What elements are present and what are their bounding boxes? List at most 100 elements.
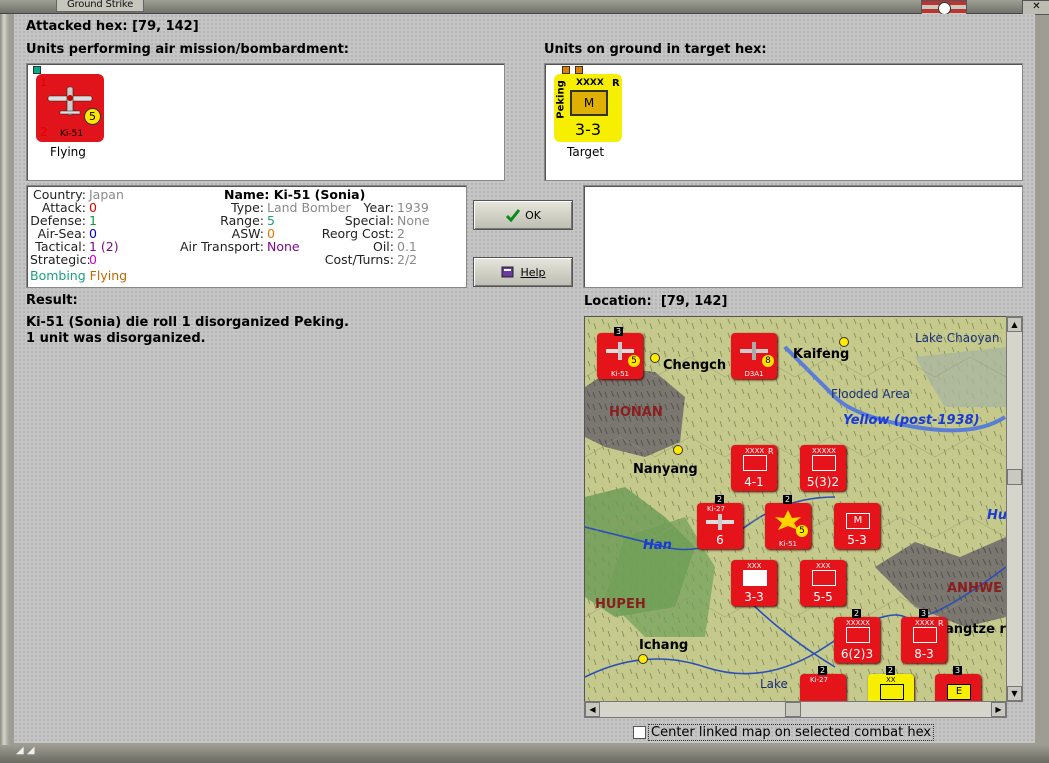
scroll-thumb[interactable]	[1007, 469, 1022, 485]
map-label-nanyang: Nanyang	[633, 462, 698, 477]
map-unit-chinese[interactable]: 2 XX	[868, 666, 914, 701]
stack-count: 2	[852, 609, 862, 618]
unit-name: Ki-51	[779, 540, 797, 548]
unit-r: R	[938, 619, 944, 628]
bottom-strip	[0, 745, 1049, 763]
info-row: Strategic:0	[30, 253, 124, 266]
defender-status: Target	[567, 145, 605, 159]
map-unit-ki27[interactable]: 2 Ki-27 6	[697, 495, 743, 549]
map-unit-ki51-strike[interactable]: 2 5 Ki-51	[765, 495, 811, 549]
close-icon[interactable]: ✕	[1022, 0, 1049, 15]
unit-symbol-icon	[812, 455, 836, 471]
scroll-left-icon[interactable]: ◀	[585, 702, 600, 717]
unit-badge: 5	[628, 355, 640, 367]
scroll-down-icon[interactable]: ▼	[1007, 686, 1022, 701]
stack-count: 2	[818, 666, 828, 675]
unit-size: XXXX	[745, 447, 765, 455]
result-line-2: 1 unit was disorganized.	[26, 331, 206, 346]
unit-symbol-icon	[913, 627, 937, 643]
map-unit-army-5-3-2[interactable]: XXXXX 5(3)2	[800, 445, 846, 491]
map-horizontal-scrollbar[interactable]: ◀ ▶	[584, 701, 1007, 718]
map-label-yangtze: angtze r	[945, 622, 1006, 637]
unit-size: XXXXX	[812, 447, 836, 455]
unit-value: 6	[716, 533, 724, 547]
map-vertical-scrollbar[interactable]: ▲ ▼	[1006, 316, 1023, 702]
map-unit-5-5[interactable]: XXX 5-5	[800, 560, 846, 606]
map-label-hu: Hu	[987, 508, 1007, 523]
unit-letter: E	[955, 686, 963, 697]
unit-size: XX	[886, 676, 896, 684]
counter-bottom-num: 2	[40, 125, 48, 139]
map-unit-army-4-1[interactable]: XXXX R 4-1	[731, 445, 777, 491]
ok-label: OK	[525, 208, 541, 222]
plane-icon	[706, 514, 734, 530]
info-key: Strategic:	[30, 252, 91, 267]
counter-size: XXXX	[576, 78, 604, 88]
map-label-hupeh: HUPEH	[595, 597, 646, 612]
map-label-kaifeng: Kaifeng	[793, 347, 850, 362]
tactical-map[interactable]: Chengch Kaifeng Lake Chaoyan Flooded Are…	[584, 316, 1007, 702]
map-unit-3-3[interactable]: XXX 3-3	[731, 560, 777, 606]
unit-value: 5(3)2	[806, 475, 840, 489]
attacked-hex-label: Attacked hex: [79, 142]	[26, 19, 199, 34]
map-unit-d3a1[interactable]: 8 D3A1	[731, 333, 777, 379]
location-key: Location:	[584, 294, 652, 309]
unit-symbol-icon	[743, 570, 767, 586]
map-label-lake-chaoyang: Lake Chaoyan	[915, 331, 1000, 345]
counter-name: Ki-51	[60, 129, 84, 139]
center-map-checkbox[interactable]	[633, 726, 646, 739]
unit-name: D3A1	[744, 370, 764, 378]
help-button[interactable]: Help	[473, 257, 573, 287]
scroll-up-icon[interactable]: ▲	[1007, 317, 1022, 332]
attacker-counter[interactable]: 1 2 5 Ki-51	[36, 74, 104, 142]
city-icon	[673, 445, 683, 455]
unit-value: 5-5	[813, 590, 833, 604]
status-dot-icon	[575, 66, 583, 74]
city-icon	[650, 353, 660, 363]
unit-symbol-icon: E	[947, 684, 971, 700]
city-icon	[638, 654, 648, 664]
unit-value: 4-1	[744, 475, 764, 489]
unit-name: Ki-27	[707, 505, 725, 513]
unit-value: 5-3	[847, 533, 867, 547]
unit-name: Ki-27	[810, 676, 828, 684]
city-icon	[839, 337, 849, 347]
stack-count: 2	[886, 666, 896, 675]
map-unit-engineer[interactable]: 3 E	[935, 666, 981, 701]
counter-r-mark: R	[612, 78, 620, 89]
info-left-column: Country: Japan Attack: 0 Defense: 1 Air-Sea: 0 T…	[30, 188, 124, 266]
map-unit-6-2-3[interactable]: 2 XXXXX 6(2)3	[834, 609, 880, 663]
resize-grip-icon[interactable]: ◢ ◢	[16, 745, 35, 756]
unit-badge: 8	[762, 355, 774, 367]
unit-symbol-icon: M	[570, 90, 608, 116]
scroll-right-icon[interactable]: ▶	[991, 702, 1006, 717]
defender-counter[interactable]: Peking XXXX R M 3-3	[554, 74, 622, 142]
unit-value: 8-3	[914, 647, 934, 661]
map-label-yellow-river: Yellow (post-1938)	[843, 413, 980, 428]
result-line-1: Ki-51 (Sonia) die roll 1 disorganized Pe…	[26, 315, 349, 330]
counter-value: 3-3	[574, 120, 602, 139]
map-label-ichang: Ichang	[639, 638, 689, 653]
scroll-thumb[interactable]	[785, 702, 801, 717]
map-unit-8-3[interactable]: 3 XXXX R 8-3	[901, 609, 947, 663]
unit-size: XXXX	[915, 619, 935, 627]
map-unit-ki51[interactable]: 3 5 Ki-51	[597, 327, 643, 379]
mission-bombing: Bombing	[30, 268, 86, 283]
center-map-label[interactable]: Center linked map on selected combat hex	[648, 724, 935, 741]
stack-count: 3	[614, 327, 624, 336]
map-unit-ki27-b[interactable]: 2 Ki-27	[800, 666, 846, 701]
info-value: 2/2	[397, 252, 418, 267]
unit-value: 6(2)3	[840, 647, 874, 661]
ok-button[interactable]: OK	[473, 200, 573, 230]
flag-icon	[921, 0, 967, 15]
unit-symbol-icon	[743, 455, 767, 471]
unit-symbol-icon	[880, 684, 904, 700]
info-right-column: Year: 1939 Special: None Reorg Cost: 2 Oil: 0.1…	[312, 201, 430, 266]
map-label-flooded: Flooded Area	[831, 387, 910, 401]
stack-count: 2	[715, 495, 725, 504]
map-unit-5-3[interactable]: M 5-3	[834, 503, 880, 549]
result-label: Result:	[26, 293, 78, 308]
title-bar[interactable]	[0, 0, 1049, 14]
mission-flying: Flying	[89, 268, 128, 283]
attackers-label: Units performing air mission/bombardment…	[26, 42, 350, 57]
